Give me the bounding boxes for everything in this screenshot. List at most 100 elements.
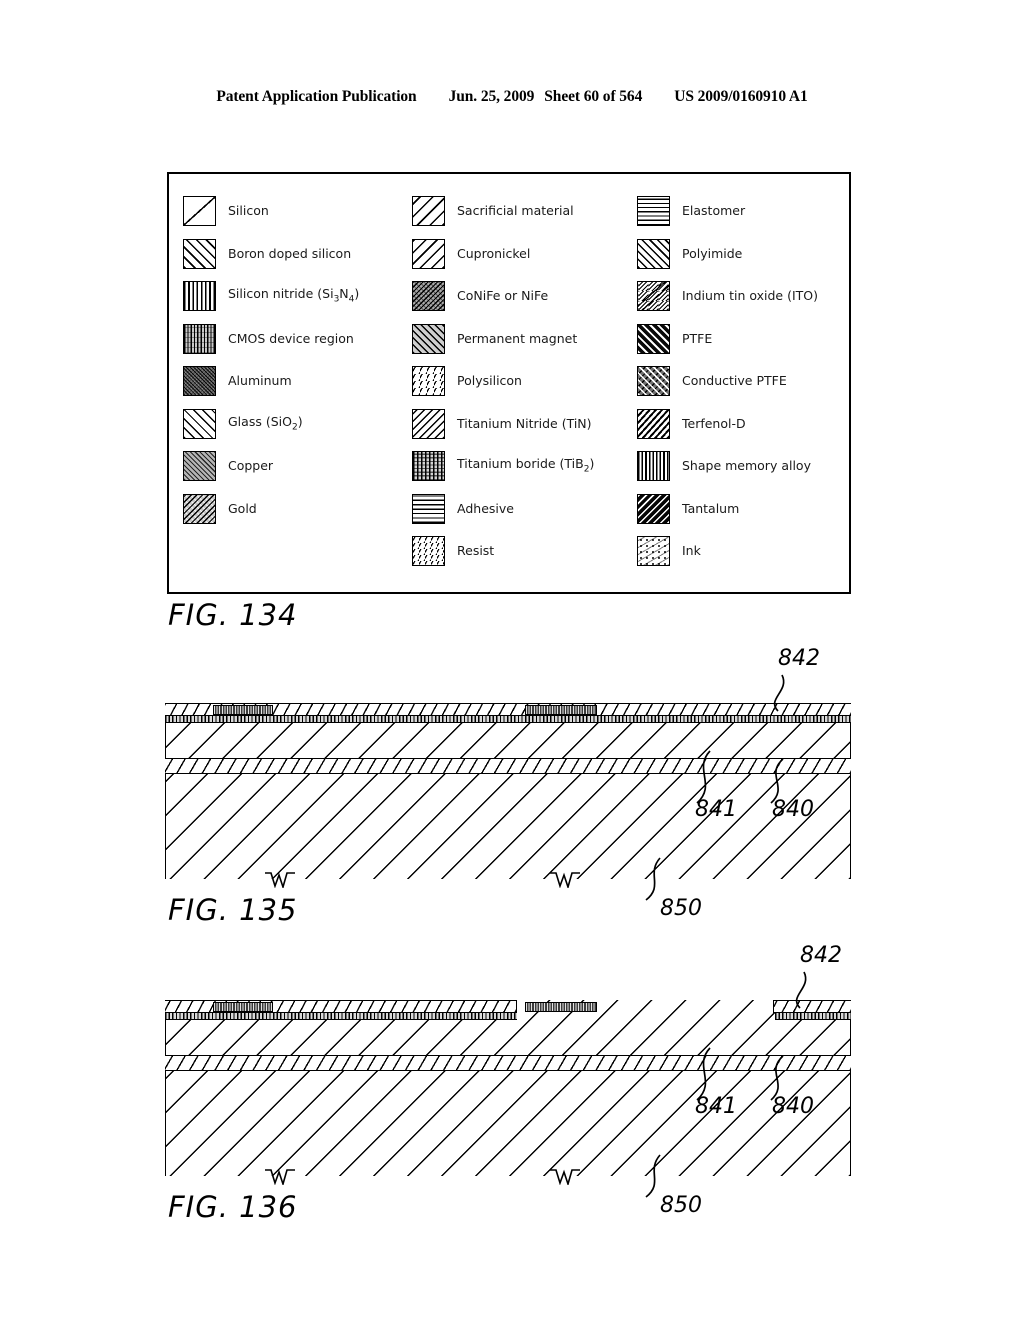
legend-row: Sacrificial material [412,190,642,233]
leader-841 [696,1047,711,1101]
legend-row: Ink [637,530,852,573]
publication-title: Patent Application Publication [216,88,417,105]
legend-label: Glass (SiO2) [228,413,303,433]
legend-label: Copper [228,458,274,474]
legend-label: Gold [228,500,257,516]
legend-swatch-tib2-icon [412,451,445,482]
legend-row: Cupronickel [412,233,642,276]
legend-label: Boron doped silicon [228,245,352,261]
legend-swatch-terfenol-icon [637,408,670,439]
legend-label: CMOS device region [228,330,354,346]
legend-label: Permanent magnet [457,330,578,346]
vertical-stripe-layer [165,1013,517,1020]
legend-swatch-resist-icon [412,536,445,567]
legend-swatch-elastomer-icon [637,196,670,227]
legend-column-1: Silicon Boron doped silicon Silicon nitrid… [183,190,423,530]
embedded-block [213,704,273,715]
leader-850 [645,1154,661,1198]
legend-swatch-gold-icon [183,493,216,524]
legend-row: Terfenol-D [637,403,852,446]
legend-swatch-copper-icon [183,451,216,482]
legend-label: Polyimide [682,245,743,261]
legend-swatch-glass-icon [183,408,216,439]
legend-label: Cupronickel [457,245,531,261]
legend-row: Permanent magnet [412,318,642,361]
legend-row: Indium tin oxide (ITO) [637,275,852,318]
legend-label: Polysilicon [457,373,522,389]
legend-swatch-silicon-icon [183,196,216,227]
legend-row: Aluminum [183,360,423,403]
legend-swatch-polyimide-icon [637,238,670,269]
legend-row: CMOS device region [183,318,423,361]
ref-842: 842 [800,943,842,968]
leader-842 [795,971,807,1009]
legend-row: Tantalum [637,488,852,531]
legend-row: Titanium boride (TiB2) [412,445,642,488]
legend-swatch-polysilicon-icon [412,366,445,397]
legend-label: Indium tin oxide (ITO) [682,288,819,304]
figure-caption-136: FIG. 136 [168,1190,298,1224]
legend-row: Conductive PTFE [637,360,852,403]
break-mark-icon [550,1169,580,1185]
legend-swatch-si3n4-icon [183,281,216,312]
legend-label: Adhesive [457,500,514,516]
legend-row: Glass (SiO2) [183,403,423,446]
leader-841 [696,750,711,804]
legend-row: Polyimide [637,233,852,276]
legend-row: Shape memory alloy [637,445,852,488]
legend-row: Titanium Nitride (TiN) [412,403,642,446]
legend-row: Elastomer [637,190,852,233]
legend-row: Copper [183,445,423,488]
legend-label: Silicon nitride (Si3N4) [228,286,360,305]
break-mark-icon [550,872,580,888]
legend-label: Terfenol-D [682,415,746,431]
legend-swatch-cond-ptfe-icon [637,366,670,397]
legend-label: Sacrificial material [457,203,574,219]
ref-842: 842 [778,646,820,671]
legend-swatch-tantalum-icon [637,493,670,524]
legend-box: Silicon Boron doped silicon Silicon nitrid… [167,172,851,594]
legend-row: Polysilicon [412,360,642,403]
vertical-stripe-layer [165,716,851,723]
leader-840 [770,1055,784,1101]
legend-swatch-conife-icon [412,281,445,312]
document-number: US 2009/0160910 A1 [674,88,808,105]
legend-row: Gold [183,488,423,531]
legend-row: PTFE [637,318,852,361]
legend-label: Silicon [228,203,269,219]
leader-842 [773,674,785,712]
legend-label: Titanium boride (TiB2) [457,456,595,475]
legend-swatch-tin-icon [412,408,445,439]
legend-swatch-sma-icon [637,451,670,482]
publication-header: Patent Application Publication Jun. 25, … [0,88,1024,106]
legend-row: Adhesive [412,488,642,531]
legend-row: CoNiFe or NiFe [412,275,642,318]
embedded-block [525,704,597,715]
break-mark-icon [265,872,295,888]
vertical-stripe-layer-right [775,1013,851,1020]
legend-label: CoNiFe or NiFe [457,288,549,304]
legend-swatch-adhesive-icon [412,493,445,524]
legend-row: Boron doped silicon [183,233,423,276]
leader-850 [645,857,661,901]
legend-row: Silicon [183,190,423,233]
legend-swatch-ink-icon [637,536,670,567]
legend-swatch-ptfe-icon [637,323,670,354]
legend-column-2: Sacrificial material Cupronickel CoNiFe or… [412,190,642,573]
embedded-block [213,1001,273,1012]
leader-840 [770,758,784,804]
figure-caption-134: FIG. 134 [168,598,298,632]
legend-swatch-cmos-icon [183,323,216,354]
legend-swatch-ito-icon [637,281,670,312]
legend-label: Aluminum [228,373,292,389]
legend-swatch-aluminum-icon [183,366,216,397]
figure-caption-135: FIG. 135 [168,893,298,927]
break-mark-icon [265,1169,295,1185]
legend-label: PTFE [682,330,713,346]
legend-swatch-permmag-icon [412,323,445,354]
embedded-block [525,1001,597,1012]
legend-swatch-boron-icon [183,238,216,269]
legend-label: Shape memory alloy [682,458,811,474]
legend-label: Ink [682,543,701,559]
legend-row: Resist [412,530,642,573]
